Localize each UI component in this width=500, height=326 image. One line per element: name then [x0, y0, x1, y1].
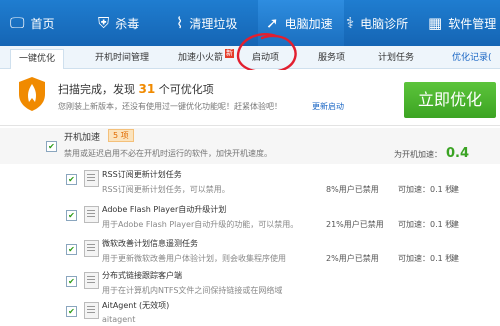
nav-software-label: 软件管理 [448, 16, 497, 31]
tab-one-click-optimize[interactable]: 一键优化 [10, 49, 65, 69]
item-checkbox[interactable]: ✔ [66, 210, 77, 221]
item-checkbox[interactable]: ✔ [66, 276, 77, 287]
task-icon [84, 240, 99, 257]
tab-scheduled-tasks[interactable]: 计划任务 [378, 49, 414, 68]
tab-speed-rocket-label: 加速小火箭 [178, 53, 224, 63]
scan-count: 31 [138, 82, 156, 96]
group-speed-value: 0.4 [446, 146, 470, 161]
item-speedup: 可加速：0.1 秒 [398, 254, 454, 263]
item-description: aitagent [102, 315, 136, 324]
item-title: 微软改善计划信息遥测任务 [102, 239, 198, 248]
broom-icon: ⌇ [176, 14, 184, 32]
nav-clinic[interactable]: ⚕ 电脑诊所 [346, 0, 408, 46]
item-description: 用于更新微软改善用户体验计划，则会收集程序使用 [102, 254, 286, 263]
task-icon [84, 272, 99, 289]
shield-icon: ⛨ [98, 14, 110, 32]
stethoscope-icon: ⚕ [346, 14, 355, 32]
group-checkbox[interactable]: ✔ [46, 141, 57, 152]
history-link[interactable]: 优化记录( [452, 49, 492, 68]
update-startup-link[interactable]: 更新启动 [312, 101, 344, 112]
nav-home[interactable]: 🖵 首页 [10, 0, 54, 46]
item-title: RSS订阅更新计划任务 [102, 170, 182, 179]
nav-antivirus-label: 杀毒 [115, 16, 140, 31]
nav-cleanup-label: 清理垃圾 [189, 16, 238, 31]
group-title: 开机加速 [64, 133, 101, 143]
item-title: Adobe Flash Player自动升级计划 [102, 205, 227, 214]
nav-clinic-label: 电脑诊所 [360, 16, 409, 31]
item-checkbox[interactable]: ✔ [66, 244, 77, 255]
task-icon [84, 206, 99, 223]
item-suggestion[interactable]: 建 [451, 184, 459, 195]
nav-speedup-label: 电脑加速 [284, 16, 333, 31]
orange-shield-icon [19, 77, 45, 111]
nav-home-label: 首页 [30, 16, 55, 31]
item-description: 用于Adobe Flash Player自动升级的功能，可以禁用。 [102, 220, 299, 229]
nav-cleanup[interactable]: ⌇ 清理垃圾 [176, 0, 237, 46]
task-icon [84, 170, 99, 187]
item-suggestion[interactable]: 建 [451, 219, 459, 230]
scan-subtitle: 您刚装上新版本，还没有使用过一键优化功能呢！赶紧体验吧！ [58, 102, 282, 111]
scan-title-prefix: 扫描完成，发现 [58, 83, 139, 96]
item-description: 用于在计算机内NTFS文件之间保持链接或在网络域 [102, 286, 283, 295]
tab-boot-time[interactable]: 开机时间管理 [95, 49, 149, 68]
group-description: 禁用或延迟启用不必在开机时运行的软件，加快开机速度。 [64, 149, 272, 158]
item-title: AitAgent (无效项) [102, 301, 170, 310]
optimize-now-button[interactable]: 立即优化 [404, 82, 496, 118]
item-checkbox[interactable]: ✔ [66, 174, 77, 185]
item-disabled-percent: 8%用户已禁用 [326, 185, 379, 194]
item-title: 分布式链接跟踪客户端 [102, 271, 182, 280]
item-suggestion[interactable]: 建 [451, 253, 459, 264]
tab-speed-rocket[interactable]: 加速小火箭新 [178, 49, 235, 68]
item-checkbox[interactable]: ✔ [66, 306, 77, 317]
item-disabled-percent: 2%用户已禁用 [326, 254, 379, 263]
item-disabled-percent: 21%用户已禁用 [326, 220, 384, 229]
nav-antivirus[interactable]: ⛨ 杀毒 [98, 0, 139, 46]
group-speed: 为开机加速： 0.4 [394, 146, 469, 161]
item-speedup: 可加速：0.1 秒 [398, 220, 454, 229]
scan-title: 扫描完成，发现 31 个可优化项 [58, 81, 214, 97]
item-speedup: 可加速：0.1 秒 [398, 185, 454, 194]
monitor-icon: 🖵 [10, 14, 25, 32]
task-icon [84, 302, 99, 319]
nav-software[interactable]: ▦ 软件管理 [428, 0, 496, 46]
item-description: RSS订阅更新计划任务，可以禁用。 [102, 185, 230, 194]
group-count-badge: 5 项 [108, 129, 134, 142]
grid-icon: ▦ [428, 14, 443, 32]
tab-services[interactable]: 服务项 [318, 49, 345, 68]
group-speed-label: 为开机加速： [394, 150, 442, 159]
scan-title-suffix: 个可优化项 [155, 83, 214, 96]
